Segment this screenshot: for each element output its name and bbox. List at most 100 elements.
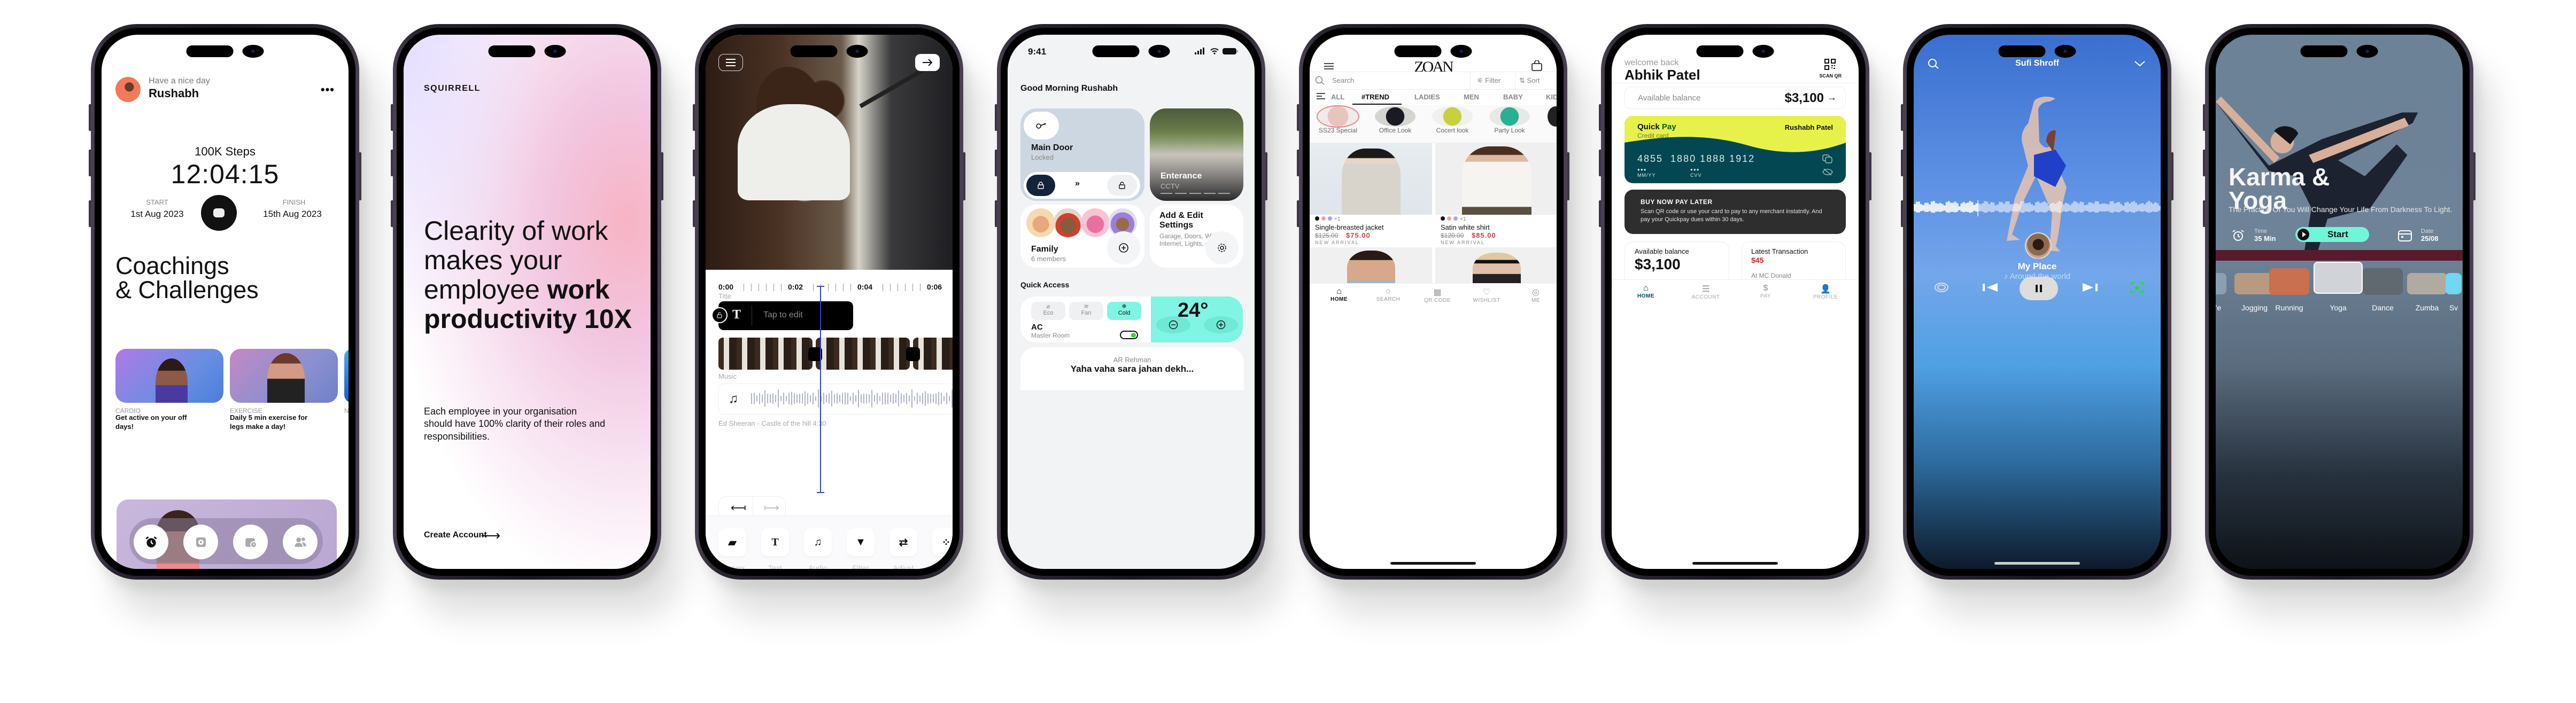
category-label[interactable]: Yoga (2315, 303, 2361, 312)
favorite-scan-icon[interactable] (2130, 282, 2144, 293)
playhead[interactable] (817, 286, 824, 493)
video-preview[interactable] (706, 35, 953, 270)
tool-adjust-button[interactable]: ⇄ (889, 528, 917, 556)
artist-avatar[interactable] (2025, 232, 2052, 259)
next-icon[interactable] (2082, 282, 2099, 293)
tab-all[interactable]: ALL (1331, 93, 1344, 101)
tab-trend[interactable]: #TREND (1362, 93, 1389, 101)
avatar[interactable] (115, 77, 141, 102)
product-image[interactable] (1435, 143, 1557, 215)
tab-ladies[interactable]: LADIES (1414, 93, 1440, 101)
tab-kids[interactable]: KID (1546, 93, 1557, 101)
scan-qr-button[interactable]: SCAN QR (1819, 58, 1842, 79)
category-thumb-e[interactable] (2216, 273, 2226, 294)
sort-button[interactable]: ⇅ Sort (1519, 76, 1540, 85)
tool-audio-button[interactable]: ♫ (804, 528, 832, 556)
filter-button[interactable]: ⚟ Filter (1477, 76, 1500, 85)
lock-icon[interactable] (1026, 175, 1055, 196)
category-label[interactable]: Running (2266, 303, 2312, 312)
cctv-card[interactable]: Enterance CCTV (1150, 108, 1243, 201)
tool-filter-button[interactable]: ▼ (847, 528, 875, 556)
coaching-card-exercise[interactable] (230, 349, 338, 403)
redo-icon[interactable]: ⟼ (764, 501, 779, 514)
mode-fan-button[interactable]: ≋ Fan (1069, 302, 1103, 320)
color-swatch[interactable] (1315, 216, 1319, 221)
nav-pay[interactable]: $ PAY (1739, 284, 1792, 299)
bnpl-banner[interactable]: BUY NOW PAY LATER Scan QR code or use yo… (1624, 190, 1846, 234)
product-name[interactable]: Satin white shirt (1441, 223, 1490, 231)
target-icon[interactable] (183, 525, 218, 559)
product-image[interactable] (1435, 247, 1557, 288)
credit-card[interactable]: Quick Pay Credit card Rushabh Patel 4855… (1624, 116, 1846, 183)
stop-button[interactable] (201, 195, 237, 231)
ac-power-toggle[interactable] (1120, 331, 1138, 339)
chevron-down-icon[interactable] (2134, 60, 2146, 67)
tool-ter-button[interactable]: ⁘ (932, 528, 953, 556)
title-track[interactable]: T Tap to edit (718, 301, 853, 330)
nav-me[interactable]: ◎ ME (1516, 287, 1556, 303)
story-2[interactable] (1432, 106, 1473, 127)
coaching-card-cardio[interactable] (115, 349, 223, 403)
category-thumb-sv[interactable] (2446, 273, 2462, 294)
copy-icon[interactable] (1822, 154, 1833, 164)
nav-wishlist[interactable]: ♡ WISHLIST (1467, 287, 1506, 303)
arrow-right-icon[interactable]: ⟶ (481, 527, 500, 544)
member-avatar[interactable] (1054, 208, 1082, 237)
story-0[interactable] (1318, 106, 1358, 127)
add-member-button[interactable] (1107, 231, 1140, 264)
nav-qr-code[interactable]: ▦ QR CODE (1418, 287, 1457, 303)
story-3[interactable] (1489, 106, 1530, 127)
more-horizontal-icon[interactable]: ••• (321, 83, 335, 97)
nav-search[interactable]: ○ SEARCH (1368, 287, 1408, 302)
decrease-temp-button[interactable] (1156, 316, 1190, 333)
color-swatch[interactable] (1453, 216, 1458, 221)
product-image[interactable] (1310, 247, 1432, 288)
nav-home[interactable]: ⌂ HOME (1619, 284, 1673, 299)
category-label[interactable]: Sv (2431, 303, 2463, 312)
mode-eco-button[interactable]: ⌀ Eco (1031, 302, 1065, 320)
alarm-icon[interactable] (134, 525, 168, 559)
product-image[interactable] (1310, 143, 1432, 215)
color-swatch[interactable] (1321, 216, 1326, 221)
previous-icon[interactable] (1982, 282, 1999, 293)
menu-icon[interactable] (718, 54, 743, 71)
lock-icon[interactable] (711, 307, 728, 323)
coaching-card-nutrition[interactable] (344, 349, 349, 403)
transition-handle[interactable] (906, 347, 920, 361)
search-input[interactable]: Search (1332, 76, 1354, 84)
color-swatch[interactable] (1447, 216, 1451, 221)
member-avatar[interactable] (1081, 208, 1110, 237)
category-thumb-jogging[interactable] (2234, 273, 2275, 294)
users-icon[interactable] (283, 525, 318, 559)
mode-cold-button[interactable]: ❄ Cold (1107, 302, 1141, 320)
playback-position[interactable] (1977, 200, 1978, 216)
start-button[interactable]: Start (2295, 227, 2369, 242)
category-thumb-dance[interactable] (2363, 268, 2403, 295)
nav-home[interactable]: ⌂ HOME (1319, 287, 1359, 302)
category-thumb-zumba[interactable] (2407, 273, 2447, 294)
color-swatch[interactable] (1441, 216, 1445, 221)
undo-icon[interactable]: ⟻ (731, 501, 746, 514)
calendar-clock-icon[interactable] (233, 525, 268, 559)
category-thumb-running[interactable] (2269, 268, 2309, 295)
story-1[interactable] (1375, 106, 1415, 127)
tool-text-button[interactable]: T (761, 528, 789, 556)
eye-off-icon[interactable] (1822, 168, 1833, 176)
tab-men[interactable]: MEN (1464, 93, 1479, 101)
member-avatar[interactable] (1026, 208, 1055, 237)
shopping-bag-icon[interactable] (1531, 60, 1543, 71)
unlock-icon[interactable] (1107, 175, 1137, 196)
pause-button[interactable] (2020, 277, 2058, 300)
video-clip[interactable] (816, 338, 910, 370)
product-name[interactable]: Single-breasted jacket (1315, 223, 1384, 231)
tab-baby[interactable]: BABY (1503, 93, 1523, 101)
video-clip[interactable] (718, 338, 813, 370)
now-playing-card[interactable]: AR Rehman Yaha vaha sara jahan dekh... (1020, 347, 1244, 390)
tool-canvas-button[interactable]: ▰ (718, 528, 746, 556)
increase-temp-button[interactable] (1204, 316, 1238, 333)
arrow-right-icon[interactable] (915, 54, 940, 71)
audio-waveform[interactable] (1914, 200, 2161, 216)
category-thumb-yoga[interactable] (2314, 262, 2363, 294)
nav-account[interactable]: ☰ ACCOUNT (1679, 284, 1732, 300)
create-account-button[interactable]: Create Account (424, 530, 487, 540)
